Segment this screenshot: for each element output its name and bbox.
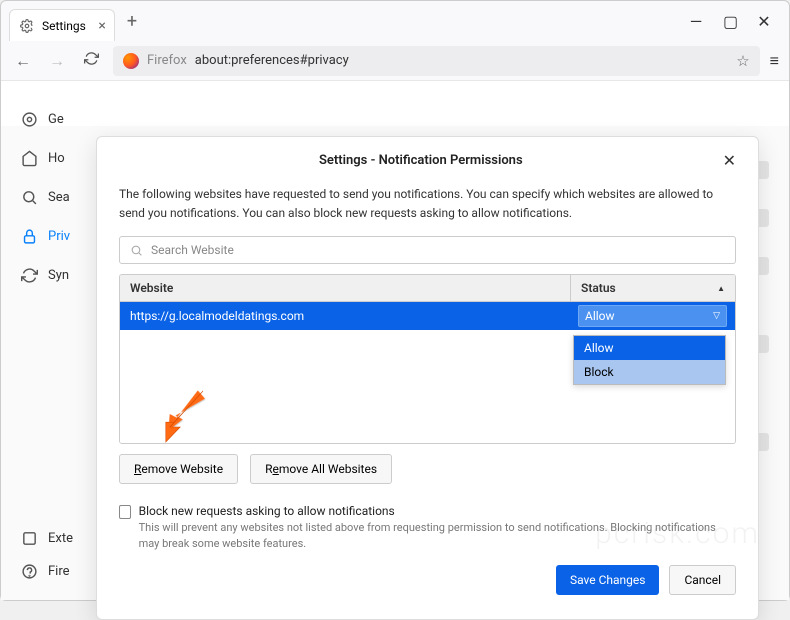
url-prefix: Firefox	[147, 53, 187, 68]
url-text: about:preferences#privacy	[195, 53, 349, 68]
modal-close-button[interactable]: ✕	[723, 151, 736, 170]
firefox-logo-icon	[123, 53, 139, 69]
reload-button[interactable]	[79, 51, 103, 70]
minimize-button[interactable]: —	[689, 12, 703, 31]
url-bar[interactable]: Firefox about:preferences#privacy ☆	[113, 46, 760, 76]
content-area: Ge Ho Sea Priv Syn Exte	[1, 81, 789, 600]
dropdown-option-block[interactable]: Block	[574, 360, 725, 384]
modal-description: The following websites have requested to…	[119, 185, 736, 222]
modal-title: Settings - Notification Permissions	[119, 153, 723, 168]
action-buttons: Remove Website Remove All Websites	[119, 454, 736, 484]
notification-permissions-modal: Settings - Notification Permissions ✕ Th…	[96, 136, 759, 620]
chevron-down-icon: ▽	[713, 311, 720, 321]
block-new-checkbox[interactable]	[119, 505, 131, 519]
table-header: Website Status ▲	[120, 275, 735, 302]
table-row[interactable]: https://g.localmodeldatings.com Allow ▽	[120, 302, 735, 330]
modal-footer: Save Changes Cancel	[119, 565, 736, 595]
column-website[interactable]: Website	[120, 275, 570, 301]
gear-icon	[20, 19, 34, 33]
block-new-label[interactable]: Block new requests asking to allow notif…	[139, 504, 736, 518]
remove-website-button[interactable]: Remove Website	[119, 454, 238, 484]
save-changes-button[interactable]: Save Changes	[556, 565, 660, 595]
dropdown-option-allow[interactable]: Allow	[574, 336, 725, 360]
titlebar: Settings × + — ▢ ✕	[1, 1, 789, 41]
block-new-row: Block new requests asking to allow notif…	[119, 504, 736, 551]
sidebar-item-label: Ge	[48, 112, 64, 127]
status-value: Allow	[585, 309, 615, 323]
column-status-label: Status	[581, 281, 616, 295]
cancel-button[interactable]: Cancel	[669, 565, 736, 595]
toolbar: ← → Firefox about:preferences#privacy ☆ …	[1, 41, 789, 81]
window-controls: — ▢ ✕	[689, 12, 781, 31]
maximize-button[interactable]: ▢	[723, 12, 737, 31]
column-status[interactable]: Status ▲	[570, 275, 735, 301]
tab-settings[interactable]: Settings ×	[9, 9, 115, 41]
status-cell: Allow ▽	[570, 305, 735, 327]
status-dropdown: Allow Block	[573, 335, 726, 385]
new-tab-button[interactable]: +	[121, 9, 143, 34]
status-select[interactable]: Allow ▽	[578, 305, 727, 327]
search-icon	[130, 244, 143, 257]
website-cell: https://g.localmodeldatings.com	[120, 309, 570, 323]
remove-all-label: move All Websites	[279, 462, 377, 476]
close-icon[interactable]: ×	[98, 18, 105, 34]
remove-website-label: emove Website	[141, 462, 223, 476]
browser-window: Settings × + — ▢ ✕ ← → Firefox about:pre…	[0, 0, 790, 601]
menu-button[interactable]: ≡	[770, 51, 779, 71]
sort-indicator-icon: ▲	[717, 284, 725, 293]
block-new-description: This will prevent any websites not liste…	[139, 520, 736, 551]
reload-icon	[84, 51, 99, 66]
forward-button[interactable]: →	[45, 51, 69, 71]
search-placeholder: Search Website	[151, 243, 234, 257]
search-website-input[interactable]: Search Website	[119, 236, 736, 264]
back-button[interactable]: ←	[11, 51, 35, 71]
close-button[interactable]: ✕	[757, 12, 771, 31]
bookmark-star-icon[interactable]: ☆	[736, 52, 749, 70]
modal-header: Settings - Notification Permissions ✕	[119, 141, 736, 179]
tab-title: Settings	[42, 19, 86, 33]
modal-backdrop: Settings - Notification Permissions ✕ Th…	[1, 126, 789, 600]
remove-all-button[interactable]: Remove All Websites	[250, 454, 392, 484]
